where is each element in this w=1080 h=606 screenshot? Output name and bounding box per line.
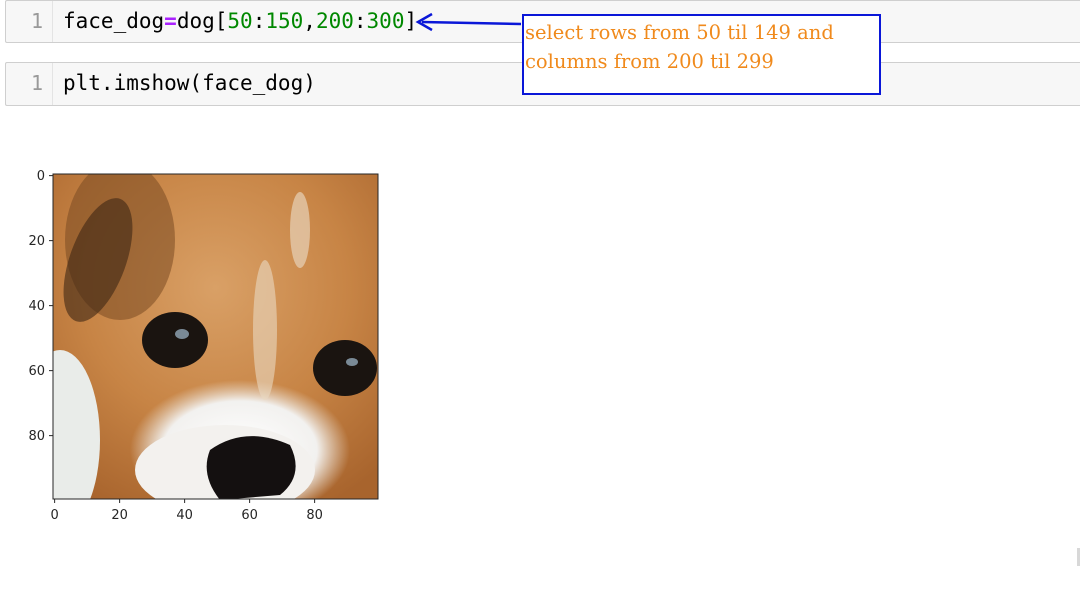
x-tick-label: 80 bbox=[306, 508, 323, 523]
dog-face-image bbox=[53, 174, 378, 499]
y-tick-label: 0 bbox=[37, 169, 45, 184]
y-axis: 0 20 40 60 80 bbox=[28, 169, 53, 444]
x-tick-label: 60 bbox=[241, 508, 258, 523]
annotation-line-2: columns from 200 til 299 bbox=[525, 50, 774, 73]
x-axis: 0 20 40 60 80 bbox=[50, 499, 323, 523]
x-tick-label: 0 bbox=[50, 508, 58, 523]
y-tick-label: 40 bbox=[28, 299, 45, 314]
y-tick-label: 60 bbox=[28, 364, 45, 379]
annotation-line-1: select rows from 50 til 149 and bbox=[525, 21, 834, 44]
imshow-plot: 0 20 40 60 80 0 20 40 60 80 bbox=[28, 169, 379, 523]
x-tick-label: 20 bbox=[111, 508, 128, 523]
y-tick-label: 80 bbox=[28, 429, 45, 444]
y-tick-label: 20 bbox=[28, 234, 45, 249]
annotation-box: select rows from 50 til 149 and columns … bbox=[522, 14, 881, 95]
x-tick-label: 40 bbox=[176, 508, 193, 523]
